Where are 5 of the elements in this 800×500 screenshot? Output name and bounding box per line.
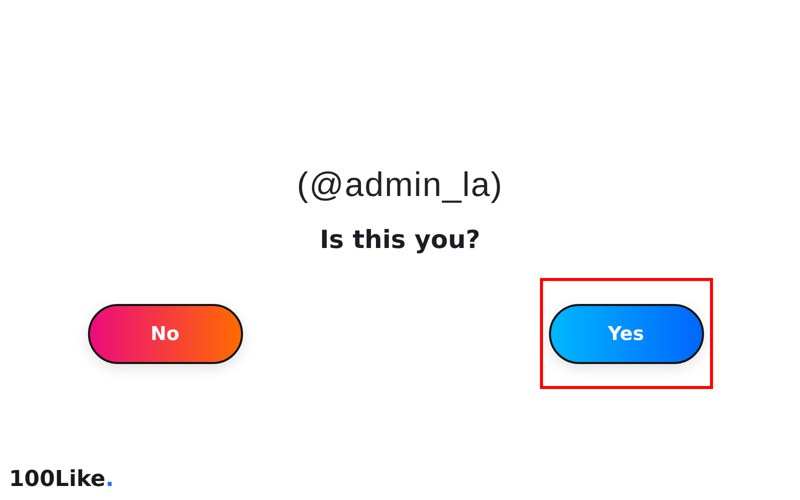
logo: 100Like. (9, 467, 114, 492)
question-text: Is this you? (320, 225, 480, 254)
yes-button[interactable]: Yes (548, 304, 704, 364)
no-button[interactable]: No (88, 304, 242, 364)
username: (@admin_la) (296, 166, 504, 205)
